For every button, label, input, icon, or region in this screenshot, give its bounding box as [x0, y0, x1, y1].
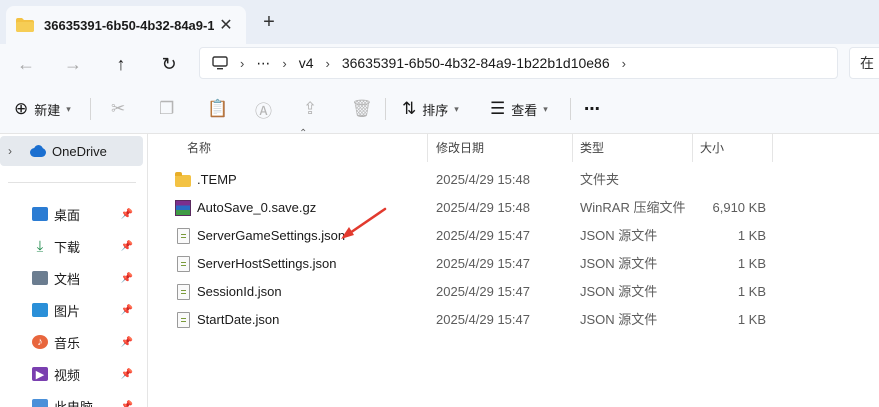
- new-button[interactable]: ⊕ 新建 ▾: [14, 94, 71, 124]
- new-tab-button[interactable]: +: [257, 10, 281, 34]
- search-input[interactable]: 在: [849, 47, 879, 79]
- paste-button[interactable]: 📋: [207, 94, 234, 124]
- tab-strip: 36635391-6b50-4b32-84a9-1b ✕ +: [0, 0, 879, 44]
- sort-button-label: 排序: [422, 102, 449, 118]
- copy-icon: ❐: [159, 99, 175, 118]
- sidebar-item-documents[interactable]: 文档 📌: [0, 264, 143, 292]
- refresh-button[interactable]: ↻: [155, 50, 183, 78]
- cut-button[interactable]: ✂: [111, 94, 131, 124]
- document-icon: [32, 271, 48, 285]
- sidebar-item-label: 桌面: [54, 207, 81, 223]
- folder-icon: [16, 18, 34, 32]
- pin-icon[interactable]: 📌: [121, 273, 133, 284]
- sidebar-item-label: 文档: [54, 271, 81, 287]
- sidebar-item-onedrive[interactable]: › OneDrive: [0, 136, 143, 166]
- pin-icon[interactable]: 📌: [121, 369, 133, 380]
- address-bar[interactable]: › ⋯ › v4 › 36635391-6b50-4b32-84a9-1b22b…: [199, 47, 838, 79]
- trash-icon: 🗑: [351, 99, 373, 118]
- rename-icon: Ⓐ: [255, 101, 272, 121]
- breadcrumb-v4[interactable]: v4: [299, 55, 314, 71]
- list-view-icon: ☰: [490, 99, 506, 118]
- sidebar-item-desktop[interactable]: 桌面 📌: [0, 200, 143, 228]
- computer-icon: [212, 56, 228, 70]
- copy-button[interactable]: ❐: [159, 94, 180, 124]
- more-options-button[interactable]: ⋯: [584, 94, 600, 124]
- music-icon: ♪: [32, 335, 48, 349]
- up-button[interactable]: ↑: [107, 50, 135, 78]
- scissors-icon: ✂: [111, 99, 126, 118]
- computer-icon: [32, 399, 48, 407]
- pin-icon[interactable]: 📌: [121, 337, 133, 348]
- tab-active[interactable]: 36635391-6b50-4b32-84a9-1b ✕: [6, 6, 246, 44]
- tab-title: 36635391-6b50-4b32-84a9-1b: [44, 17, 214, 33]
- chevron-right-icon: ›: [325, 55, 330, 71]
- toolbar-divider: [570, 98, 571, 120]
- new-button-label: 新建: [34, 102, 61, 118]
- sidebar-item-videos[interactable]: ▶ 视频 📌: [0, 360, 143, 388]
- sidebar-divider: [8, 182, 136, 183]
- toolbar-divider: [90, 98, 91, 120]
- pin-icon[interactable]: 📌: [121, 209, 133, 220]
- chevron-right-icon[interactable]: ›: [8, 144, 24, 158]
- share-icon: ⇪: [303, 99, 318, 118]
- share-button[interactable]: ⇪: [303, 94, 323, 124]
- file-list: ⌃ 名称 修改日期 类型 大小 .TEMP 2025/4/29 15:48 文件…: [157, 128, 879, 407]
- chevron-down-icon: ▾: [543, 103, 548, 114]
- toolbar-divider: [385, 98, 386, 120]
- sidebar-item-music[interactable]: ♪ 音乐 📌: [0, 328, 143, 356]
- sort-button[interactable]: ⇅ 排序 ▾: [402, 94, 459, 124]
- chevron-right-icon[interactable]: ›: [622, 56, 626, 71]
- chevron-down-icon: ▾: [454, 103, 459, 114]
- breadcrumb-overflow[interactable]: ⋯: [256, 55, 270, 72]
- sidebar-item-label: OneDrive: [52, 143, 107, 159]
- chevron-down-icon: ▾: [66, 103, 71, 114]
- delete-button[interactable]: 🗑: [351, 94, 379, 124]
- plus-circle-icon: ⊕: [14, 99, 29, 118]
- forward-button[interactable]: →: [59, 50, 87, 78]
- rename-button[interactable]: Ⓐ: [255, 94, 278, 124]
- pin-icon[interactable]: 📌: [121, 305, 133, 316]
- back-button[interactable]: ←: [12, 50, 40, 78]
- sort-icon: ⇅: [402, 99, 417, 118]
- navigation-pane: › OneDrive 桌面 📌 ⤓ 下载 📌 文档 📌 图片 📌 ♪ 音乐 📌 …: [0, 134, 148, 407]
- breadcrumb-current-folder[interactable]: 36635391-6b50-4b32-84a9-1b22b1d10e86: [342, 55, 610, 71]
- download-icon: ⤓: [36, 237, 44, 255]
- view-button[interactable]: ☰ 查看 ▾: [490, 94, 548, 124]
- pin-icon[interactable]: 📌: [121, 241, 133, 252]
- command-bar: ⊕ 新建 ▾ ✂ ❐ 📋 Ⓐ ⇪ 🗑 ⇅ 排序 ▾ ☰ 查看 ▾ ⋯: [0, 84, 879, 134]
- pin-icon[interactable]: 📌: [121, 401, 133, 407]
- sidebar-item-label: 音乐: [54, 335, 81, 351]
- clipboard-icon: 📋: [207, 99, 229, 118]
- picture-icon: [32, 303, 48, 317]
- navigation-bar: ← → ↑ ↻ › ⋯ › v4 › 36635391-6b50-4b32-84…: [0, 44, 879, 84]
- close-icon[interactable]: ✕: [216, 15, 236, 35]
- desktop-icon: [32, 207, 48, 221]
- sidebar-item-label: 视频: [54, 367, 81, 383]
- sidebar-item-this-pc[interactable]: 此电脑 📌: [0, 392, 143, 407]
- annotation-arrow: [341, 207, 387, 239]
- video-icon: ▶: [32, 367, 48, 381]
- chevron-right-icon: ›: [282, 55, 287, 71]
- sidebar-item-downloads[interactable]: ⤓ 下载 📌: [0, 232, 143, 260]
- sidebar-item-label: 下载: [54, 239, 81, 255]
- sidebar-item-pictures[interactable]: 图片 📌: [0, 296, 143, 324]
- sidebar-item-label: 此电脑: [54, 399, 94, 407]
- sidebar-item-label: 图片: [54, 303, 81, 319]
- cloud-icon: [28, 145, 46, 157]
- view-button-label: 查看: [511, 102, 538, 118]
- chevron-right-icon: ›: [240, 55, 245, 71]
